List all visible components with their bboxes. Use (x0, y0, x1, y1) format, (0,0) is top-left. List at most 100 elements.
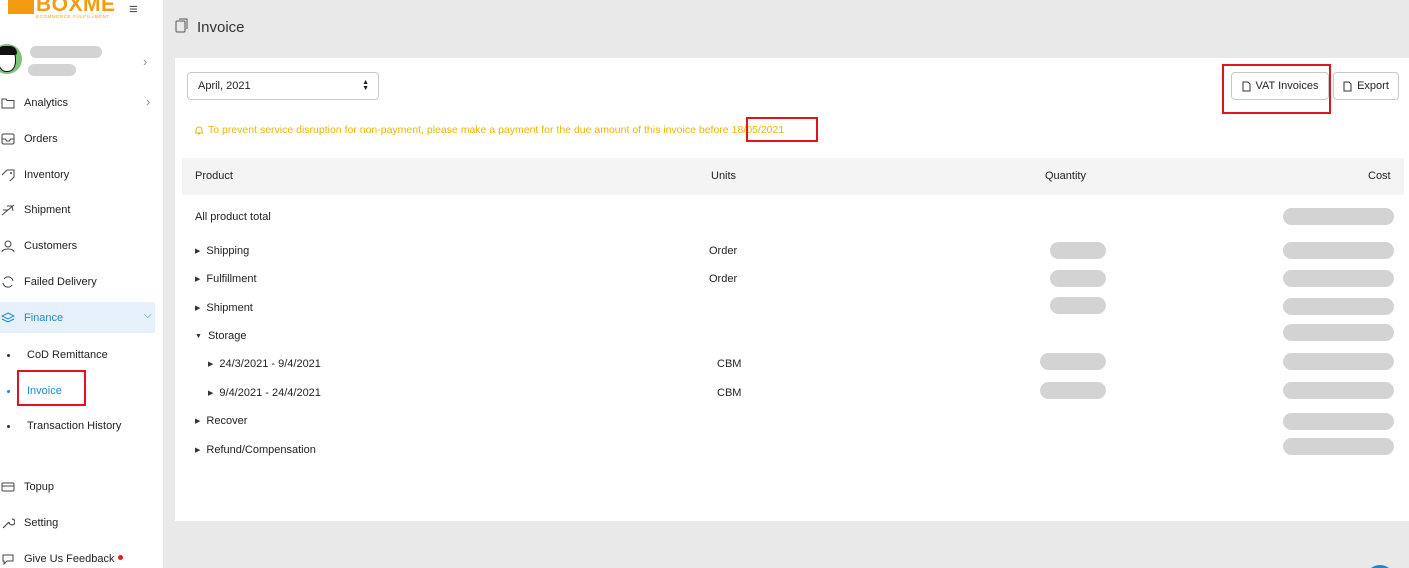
quantity-placeholder (1050, 242, 1106, 259)
wrench-icon (0, 515, 16, 531)
sidebar-subitem-transaction-history[interactable]: Transaction History (0, 414, 163, 438)
quantity-placeholder (1050, 270, 1106, 287)
caret-right-icon: ▶ (195, 305, 201, 312)
row-label: Shipping (206, 245, 250, 257)
row-label: All product total (195, 211, 271, 223)
caret-right-icon: ▶ (195, 418, 201, 425)
sidebar-item-label: Inventory (24, 169, 70, 181)
copy-document-icon (175, 18, 189, 36)
select-arrows-icon: ▲ ▼ (362, 79, 369, 92)
row-units: Order (709, 245, 738, 257)
sidebar-item-orders[interactable]: Orders (0, 124, 163, 154)
column-header-cost: Cost (1368, 170, 1391, 182)
column-header-quantity: Quantity (1045, 170, 1086, 182)
table-row[interactable]: ▶ Shipping Order (175, 242, 1409, 262)
caret-right-icon: ▶ (208, 390, 214, 397)
sidebar-item-setting[interactable]: Setting (0, 508, 163, 538)
caret-right-icon: ▶ (195, 248, 201, 255)
row-label: Fulfillment (206, 273, 257, 285)
payment-warning: To prevent service disruption for non-pa… (194, 124, 784, 136)
sidebar-item-label: Give Us Feedback (24, 553, 124, 565)
row-label: Refund/Compensation (206, 444, 316, 456)
sidebar-item-label: Topup (24, 481, 54, 493)
brand-tagline: ECOMMERCE FULFILLMENT (36, 14, 110, 19)
table-row[interactable]: ▼ Storage (175, 324, 1409, 347)
layers-icon (0, 310, 16, 326)
sidebar-subitem-invoice[interactable]: Invoice (0, 379, 163, 403)
quantity-placeholder (1040, 382, 1106, 399)
box-logo-icon (8, 0, 34, 14)
menu-toggle-icon[interactable]: ≡ (129, 2, 138, 17)
brand-logo[interactable]: BOXME ECOMMERCE FULFILLMENT (8, 0, 116, 22)
row-label: 24/3/2021 - 9/4/2021 (219, 358, 321, 370)
table-row[interactable]: ▶ Shipment (175, 297, 1409, 319)
sidebar-subitem-cod-remittance[interactable]: CoD Remittance (0, 343, 163, 367)
sidebar-subitem-label: CoD Remittance (27, 349, 108, 361)
row-label: Recover (206, 415, 248, 427)
table-header: Product Units Quantity Cost (182, 158, 1404, 195)
file-icon (1242, 81, 1250, 91)
sidebar-item-shipment[interactable]: Shipment (0, 195, 163, 225)
chart-icon (0, 95, 16, 111)
cost-placeholder (1283, 270, 1394, 287)
table-row[interactable]: ▶ 24/3/2021 - 9/4/2021 CBM (175, 353, 1409, 375)
bell-icon (195, 126, 203, 135)
chevron-down-icon: ⌵ (144, 310, 152, 321)
page-header: Invoice (175, 18, 245, 36)
cost-placeholder (1283, 208, 1394, 225)
caret-down-icon: ▼ (195, 332, 202, 340)
sidebar-item-label: Shipment (24, 204, 71, 216)
table-row: All product total (175, 208, 1409, 228)
sidebar-item-label: Analytics (24, 97, 69, 109)
sidebar-item-finance[interactable]: Finance ⌵ (0, 302, 155, 333)
sidebar-item-label: Setting (24, 517, 59, 529)
refresh-icon (0, 274, 16, 290)
tag-icon (0, 167, 16, 183)
caret-right-icon: ▶ (195, 447, 201, 454)
user-icon (0, 238, 16, 254)
table-row[interactable]: ▶ 9/4/2021 - 24/4/2021 CBM (175, 382, 1409, 404)
sidebar-item-customers[interactable]: Customers (0, 231, 163, 261)
avatar (0, 44, 22, 74)
sidebar-item-failed-delivery[interactable]: Failed Delivery (0, 267, 163, 297)
export-button[interactable]: Export (1333, 72, 1399, 100)
month-select-value: April, 2021 (198, 80, 251, 92)
inbox-icon (0, 131, 16, 147)
invoice-card: April, 2021 ▲ ▼ VAT Invoices Export To pr… (175, 58, 1409, 521)
table-row[interactable]: ▶ Fulfillment Order (175, 270, 1409, 290)
cost-placeholder (1283, 382, 1394, 399)
file-icon (1343, 81, 1352, 91)
notification-dot (118, 555, 124, 560)
export-label: Export (1357, 80, 1389, 92)
sidebar-item-label: Finance (24, 311, 64, 324)
sidebar: BOXME ECOMMERCE FULFILLMENT ≡ › Analytic… (0, 0, 163, 568)
quantity-placeholder (1040, 353, 1106, 370)
cost-placeholder (1283, 324, 1394, 341)
sidebar-subitem-label: Invoice (27, 385, 62, 397)
sidebar-item-analytics[interactable]: Analytics › (0, 88, 163, 118)
table-row[interactable]: ▶ Refund/Compensation (175, 438, 1409, 461)
column-header-units: Units (711, 170, 737, 182)
row-label: Shipment (206, 302, 253, 314)
month-select[interactable]: April, 2021 ▲ ▼ (187, 72, 379, 100)
warning-text: To prevent service disruption for non-pa… (208, 124, 729, 136)
cost-placeholder (1283, 413, 1394, 430)
sidebar-item-topup[interactable]: Topup (0, 472, 163, 502)
row-label: Storage (207, 330, 247, 342)
sidebar-item-feedback[interactable]: Give Us Feedback (0, 544, 163, 568)
row-units: Order (709, 273, 738, 285)
vat-invoices-button[interactable]: VAT Invoices (1231, 72, 1329, 100)
table-row[interactable]: ▶ Recover (175, 412, 1409, 432)
sidebar-item-inventory[interactable]: Inventory (0, 160, 163, 190)
due-date: 18/05/2021 (731, 124, 785, 136)
card-icon (0, 479, 16, 495)
page-title: Invoice (197, 18, 245, 36)
user-name-placeholder (30, 46, 102, 58)
chat-icon (0, 551, 16, 567)
quantity-placeholder (1050, 297, 1106, 314)
row-units: CBM (717, 387, 742, 399)
sidebar-subitem-label: Transaction History (27, 420, 122, 432)
user-profile[interactable]: › (0, 42, 163, 82)
sidebar-item-label: Customers (24, 240, 78, 252)
cost-placeholder (1283, 298, 1394, 315)
